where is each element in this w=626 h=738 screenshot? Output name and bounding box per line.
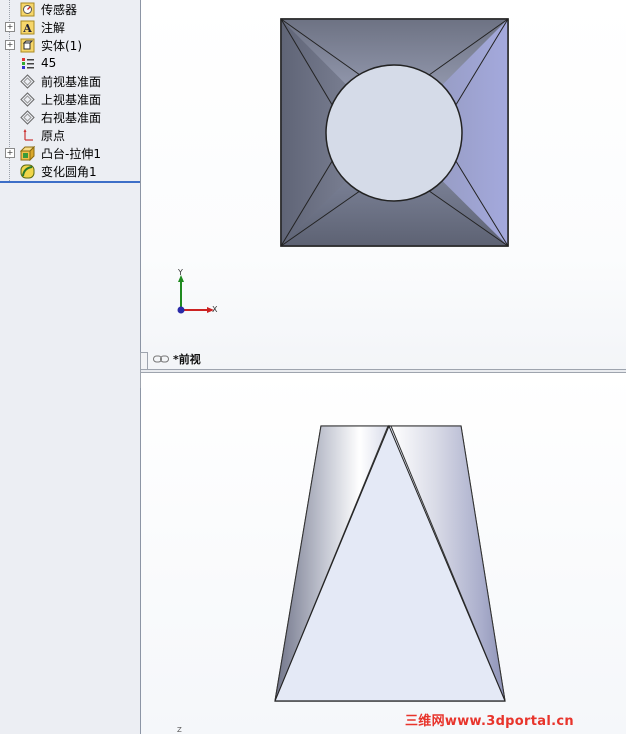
tree-item-label: 实体(1): [41, 38, 82, 53]
link-views-icon[interactable]: [153, 355, 169, 363]
sensor-icon: [20, 2, 35, 16]
tree-item-label: 变化圆角1: [41, 164, 97, 179]
tree-item-label: 45: [41, 56, 57, 70]
material-icon: [22, 57, 34, 69]
svg-text:A: A: [22, 22, 32, 35]
graphics-viewport-bottom[interactable]: [141, 373, 626, 734]
rollback-bar[interactable]: [0, 181, 140, 183]
origin-icon: [23, 128, 33, 141]
tree-item-boss-extrude[interactable]: + 凸台-拉伸1: [0, 144, 140, 162]
expand-toggle-icon[interactable]: +: [5, 148, 15, 158]
solid-bodies-icon: [20, 38, 35, 52]
viewport-label-text: *前视: [173, 353, 201, 366]
plane-icon: [20, 73, 35, 89]
tree-item-label: 前视基准面: [41, 74, 102, 89]
tree-item-front-plane[interactable]: 前视基准面: [0, 72, 140, 90]
tree-item-annotations[interactable]: + A 注解: [0, 18, 140, 36]
tree-item-origin[interactable]: 原点: [0, 126, 140, 144]
tree-item-label: 注解: [41, 20, 66, 35]
tree-item-variable-fillet[interactable]: 变化圆角1: [0, 162, 140, 180]
tree-item-label: 原点: [41, 128, 66, 143]
graphics-viewport-top[interactable]: Y X: [141, 0, 626, 369]
watermark: 三维网www.3dportal.cn: [405, 714, 574, 729]
fillet-icon: [20, 164, 35, 178]
feature-manager-tree: 传感器 + A 注解 + 实体(1) 45 前视基准面 上视基准面 右视基准面 …: [0, 0, 141, 734]
tree-item-label: 凸台-拉伸1: [41, 146, 101, 161]
tree-item-top-plane[interactable]: 上视基准面: [0, 90, 140, 108]
annotation-icon: A: [20, 20, 35, 35]
top-view-model: [274, 424, 506, 702]
extrude-icon: [20, 145, 35, 161]
triad-y-label: Y: [178, 268, 183, 277]
tree-item-label: 传感器: [41, 2, 78, 17]
plane-icon: [20, 91, 35, 107]
tree-item-solid-bodies[interactable]: + 实体(1): [0, 36, 140, 54]
triad-z-label: Z: [177, 726, 182, 734]
tree-item-label: 上视基准面: [41, 92, 102, 107]
tree-item-label: 右视基准面: [41, 110, 102, 125]
tree-item-right-plane[interactable]: 右视基准面: [0, 108, 140, 126]
plane-icon: [20, 109, 35, 125]
triad-x-label: X: [212, 305, 218, 314]
viewport-label: *前视: [153, 352, 201, 366]
expand-toggle-icon[interactable]: +: [5, 22, 15, 32]
tree-item-material[interactable]: 45: [0, 54, 140, 72]
tree-item-sensors[interactable]: 传感器: [0, 0, 140, 18]
expand-toggle-icon[interactable]: +: [5, 40, 15, 50]
